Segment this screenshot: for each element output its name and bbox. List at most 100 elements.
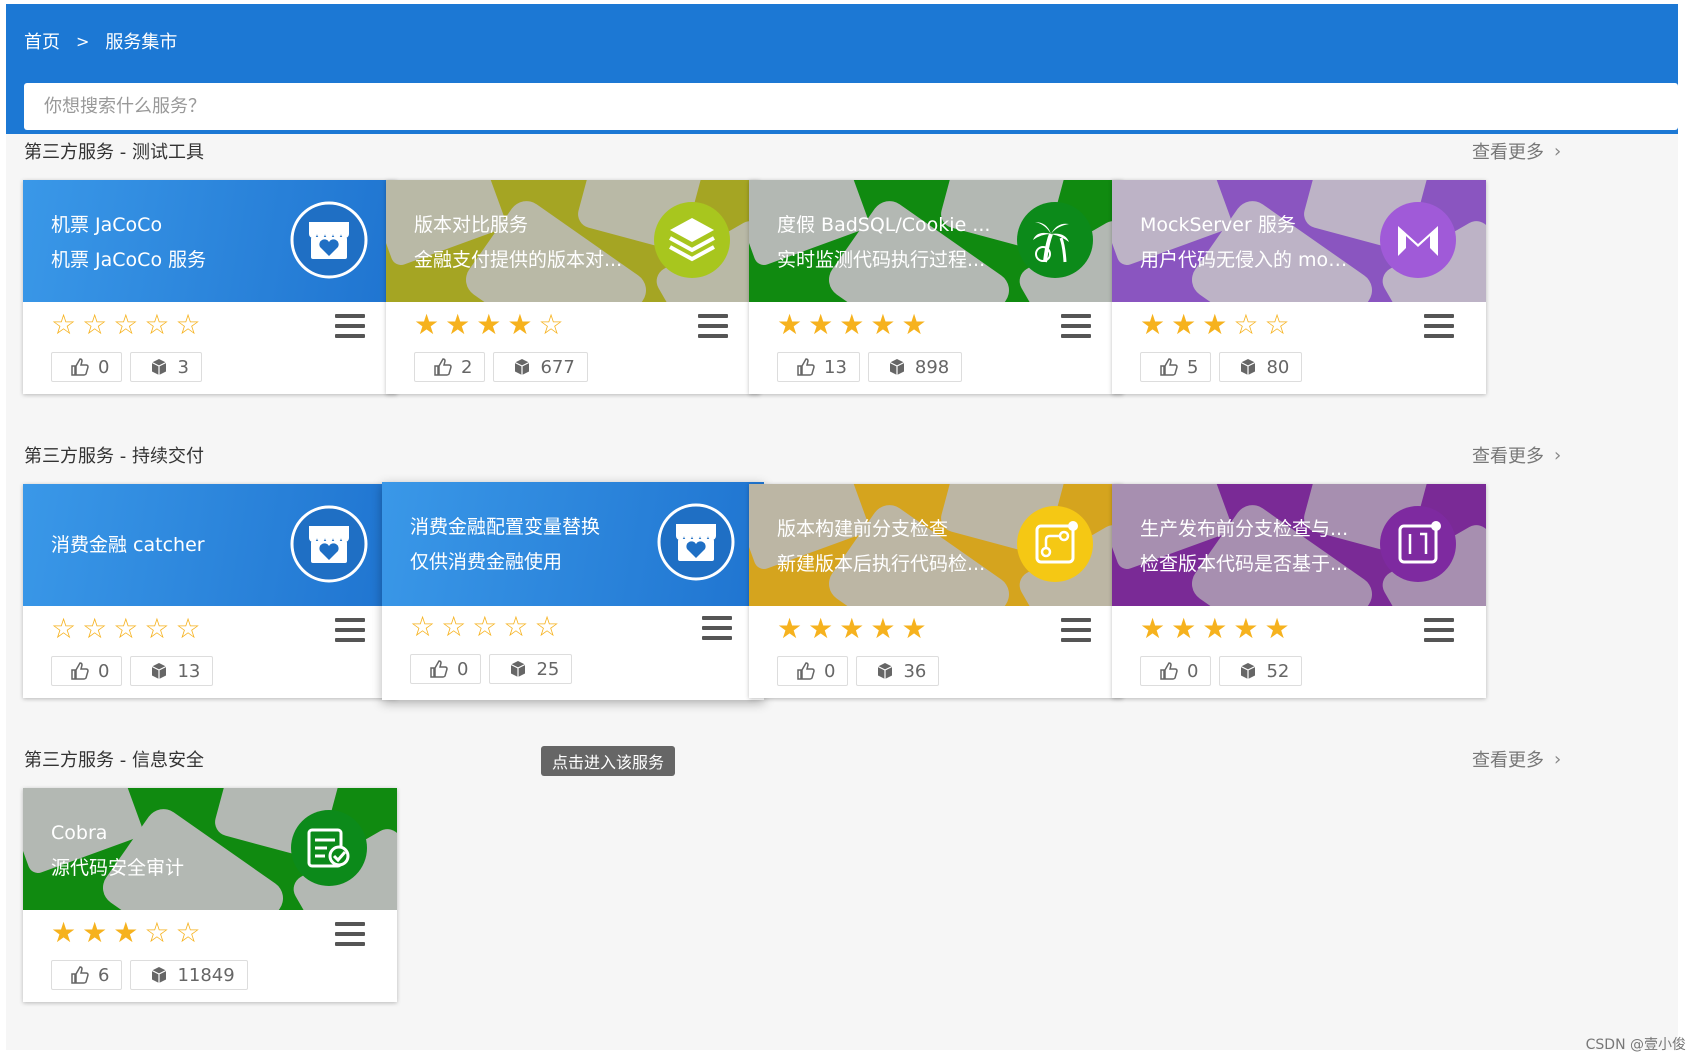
- star-outline-icon[interactable]: ☆: [51, 614, 76, 644]
- service-card[interactable]: 消费金融 catcher ☆ ☆ ☆ ☆ ☆ 0 13: [23, 484, 397, 698]
- card-banner[interactable]: 消费金融 catcher: [23, 484, 397, 606]
- star-outline-icon[interactable]: ☆: [51, 310, 76, 340]
- view-more-link[interactable]: 查看更多 ›: [1472, 746, 1561, 772]
- service-card[interactable]: 生产发布前分支检查与... 检查版本代码是否基于... ★ ★ ★ ★ ★ 0 52: [1112, 484, 1486, 698]
- star-outline-icon[interactable]: ☆: [472, 612, 497, 642]
- card-banner[interactable]: 生产发布前分支检查与... 检查版本代码是否基于...: [1112, 484, 1486, 606]
- menu-icon[interactable]: [1424, 618, 1454, 642]
- star-filled-icon[interactable]: ★: [1202, 310, 1227, 340]
- star-outline-icon[interactable]: ☆: [175, 918, 200, 948]
- star-filled-icon[interactable]: ★: [82, 918, 107, 948]
- star-outline-icon[interactable]: ☆: [113, 614, 138, 644]
- service-card[interactable]: 消费金融配置变量替换 仅供消费金融使用 ☆ ☆ ☆ ☆ ☆ 0 25: [382, 482, 764, 700]
- rating-stars[interactable]: ★ ★ ★ ★ ★: [1140, 614, 1290, 644]
- card-banner[interactable]: MockServer 服务 用户代码无侵入的 moc...: [1112, 180, 1486, 302]
- star-filled-icon[interactable]: ★: [777, 614, 802, 644]
- rating-stars[interactable]: ☆ ☆ ☆ ☆ ☆: [51, 614, 201, 644]
- star-outline-icon[interactable]: ☆: [82, 310, 107, 340]
- star-outline-icon[interactable]: ☆: [144, 614, 169, 644]
- like-button[interactable]: 13: [777, 352, 860, 382]
- star-outline-icon[interactable]: ☆: [410, 612, 435, 642]
- service-card[interactable]: MockServer 服务 用户代码无侵入的 moc... ★ ★ ★ ☆ ☆ 5 80: [1112, 180, 1486, 394]
- star-filled-icon[interactable]: ★: [1140, 614, 1165, 644]
- star-filled-icon[interactable]: ★: [445, 310, 470, 340]
- rating-stars[interactable]: ☆ ☆ ☆ ☆ ☆: [51, 310, 201, 340]
- star-outline-icon[interactable]: ☆: [503, 612, 528, 642]
- view-more-link[interactable]: 查看更多 ›: [1472, 442, 1561, 468]
- menu-icon[interactable]: [1424, 314, 1454, 338]
- rating-stars[interactable]: ★ ★ ★ ★ ☆: [414, 310, 564, 340]
- cube-icon: [1238, 661, 1258, 681]
- menu-icon[interactable]: [335, 314, 365, 338]
- star-filled-icon[interactable]: ★: [839, 614, 864, 644]
- star-outline-icon[interactable]: ☆: [1233, 310, 1258, 340]
- star-outline-icon[interactable]: ☆: [82, 614, 107, 644]
- star-filled-icon[interactable]: ★: [1233, 614, 1258, 644]
- menu-icon[interactable]: [702, 616, 732, 640]
- star-filled-icon[interactable]: ★: [839, 310, 864, 340]
- menu-icon[interactable]: [698, 314, 728, 338]
- breadcrumb-home[interactable]: 首页: [24, 28, 60, 54]
- star-filled-icon[interactable]: ★: [51, 918, 76, 948]
- service-card[interactable]: 机票 JaCoCo 机票 JaCoCo 服务 ☆ ☆ ☆ ☆ ☆ 0 3: [23, 180, 397, 394]
- service-card[interactable]: 版本构建前分支检查 新建版本后执行代码检... ★ ★ ★ ★ ★ 0 36: [749, 484, 1123, 698]
- star-outline-icon[interactable]: ☆: [1264, 310, 1289, 340]
- star-outline-icon[interactable]: ☆: [534, 612, 559, 642]
- watermark: CSDN @壹小俊: [1585, 1037, 1686, 1053]
- star-filled-icon[interactable]: ★: [1140, 310, 1165, 340]
- star-filled-icon[interactable]: ★: [870, 310, 895, 340]
- search-input[interactable]: [24, 83, 1678, 130]
- menu-icon[interactable]: [335, 618, 365, 642]
- card-banner[interactable]: 版本对比服务 金融支付提供的版本对...: [386, 180, 760, 302]
- menu-icon[interactable]: [1061, 618, 1091, 642]
- star-outline-icon[interactable]: ☆: [175, 614, 200, 644]
- star-filled-icon[interactable]: ★: [507, 310, 532, 340]
- card-banner[interactable]: 消费金融配置变量替换 仅供消费金融使用: [382, 482, 764, 606]
- star-filled-icon[interactable]: ★: [901, 310, 926, 340]
- star-filled-icon[interactable]: ★: [1264, 614, 1289, 644]
- usage-count: 52: [1266, 660, 1290, 682]
- cube-icon: [887, 357, 907, 377]
- menu-icon[interactable]: [1061, 314, 1091, 338]
- like-button[interactable]: 5: [1140, 352, 1212, 382]
- menu-icon[interactable]: [335, 922, 365, 946]
- star-filled-icon[interactable]: ★: [808, 614, 833, 644]
- star-filled-icon[interactable]: ★: [1171, 614, 1196, 644]
- star-filled-icon[interactable]: ★: [476, 310, 501, 340]
- star-outline-icon[interactable]: ☆: [144, 310, 169, 340]
- service-card[interactable]: 度假 BadSQL/Cookie ... 实时监测代码执行过程... ★ ★ ★ ★ ★ 13…: [749, 180, 1123, 394]
- like-button[interactable]: 0: [1140, 656, 1212, 686]
- star-filled-icon[interactable]: ★: [414, 310, 439, 340]
- star-filled-icon[interactable]: ★: [870, 614, 895, 644]
- service-card[interactable]: Cobra 源代码安全审计 ★ ★ ★ ☆ ☆ 6 11849: [23, 788, 397, 1002]
- star-filled-icon[interactable]: ★: [901, 614, 926, 644]
- card-banner[interactable]: 度假 BadSQL/Cookie ... 实时监测代码执行过程...: [749, 180, 1123, 302]
- rating-stars[interactable]: ★ ★ ★ ★ ★: [777, 614, 927, 644]
- rating-stars[interactable]: ★ ★ ★ ☆ ☆: [1140, 310, 1290, 340]
- star-filled-icon[interactable]: ★: [808, 310, 833, 340]
- star-outline-icon[interactable]: ☆: [144, 918, 169, 948]
- card-banner[interactable]: 版本构建前分支检查 新建版本后执行代码检...: [749, 484, 1123, 606]
- usage-badge: 25: [489, 654, 573, 684]
- star-outline-icon[interactable]: ☆: [175, 310, 200, 340]
- card-banner[interactable]: 机票 JaCoCo 机票 JaCoCo 服务: [23, 180, 397, 302]
- rating-stars[interactable]: ☆ ☆ ☆ ☆ ☆: [410, 612, 560, 642]
- star-outline-icon[interactable]: ☆: [441, 612, 466, 642]
- like-button[interactable]: 0: [51, 352, 123, 382]
- service-card[interactable]: 版本对比服务 金融支付提供的版本对... ★ ★ ★ ★ ☆ 2 677: [386, 180, 760, 394]
- star-outline-icon[interactable]: ☆: [538, 310, 563, 340]
- star-outline-icon[interactable]: ☆: [113, 310, 138, 340]
- star-filled-icon[interactable]: ★: [1171, 310, 1196, 340]
- rating-stars[interactable]: ★ ★ ★ ☆ ☆: [51, 918, 201, 948]
- like-button[interactable]: 0: [777, 656, 849, 686]
- view-more-link[interactable]: 查看更多 ›: [1472, 138, 1561, 164]
- like-button[interactable]: 6: [51, 960, 123, 990]
- rating-stars[interactable]: ★ ★ ★ ★ ★: [777, 310, 927, 340]
- star-filled-icon[interactable]: ★: [1202, 614, 1227, 644]
- star-filled-icon[interactable]: ★: [113, 918, 138, 948]
- like-button[interactable]: 0: [51, 656, 123, 686]
- card-banner[interactable]: Cobra 源代码安全审计: [23, 788, 397, 910]
- like-button[interactable]: 0: [410, 654, 482, 684]
- like-button[interactable]: 2: [414, 352, 486, 382]
- star-filled-icon[interactable]: ★: [777, 310, 802, 340]
